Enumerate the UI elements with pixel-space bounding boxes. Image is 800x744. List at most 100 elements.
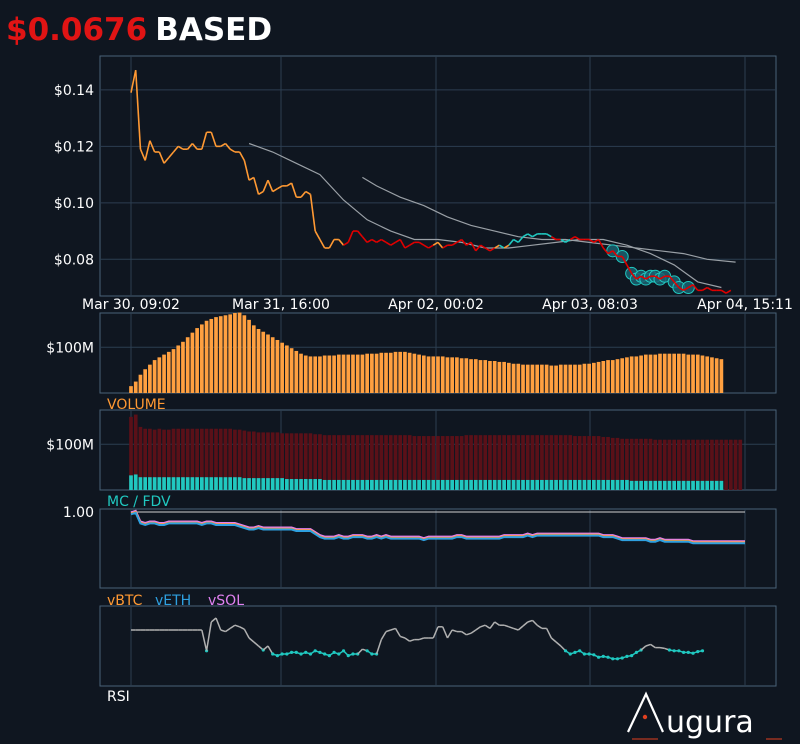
volume-bar bbox=[412, 353, 417, 393]
volume-bar bbox=[185, 337, 190, 393]
fdv-bar bbox=[728, 439, 733, 490]
mc-bar bbox=[502, 479, 506, 490]
volume-bar bbox=[459, 358, 464, 393]
price-segment bbox=[243, 160, 250, 181]
volume-bar bbox=[176, 345, 181, 393]
mc-bar bbox=[601, 479, 606, 490]
mc-bar bbox=[662, 480, 667, 490]
mc-bar bbox=[133, 474, 138, 490]
rsi-segment bbox=[536, 624, 543, 630]
price-panel: $0.14 $0.12 $0.10 $0.08 Mar 30, 09:02 Mar 31,… bbox=[54, 55, 793, 313]
rsi-segment bbox=[550, 637, 557, 643]
mc-bar bbox=[327, 479, 332, 490]
mc-bar bbox=[483, 479, 488, 490]
volume-bar bbox=[643, 354, 648, 393]
volume-bar bbox=[672, 353, 676, 393]
mc-bar bbox=[162, 477, 166, 490]
mc-bar bbox=[492, 479, 497, 490]
fdv-bar bbox=[738, 439, 743, 490]
volume-panel: $100M bbox=[46, 312, 777, 394]
volume-bar bbox=[577, 364, 582, 393]
mc-bar bbox=[563, 479, 568, 490]
volume-bar bbox=[625, 357, 629, 393]
volume-bar bbox=[587, 363, 591, 393]
volume-bar bbox=[488, 361, 492, 393]
volume-bar bbox=[171, 349, 176, 393]
price-segment bbox=[706, 286, 713, 292]
mc-bar bbox=[464, 479, 469, 490]
mc-bar bbox=[176, 477, 181, 490]
price-tick-label: $0.14 bbox=[54, 83, 94, 99]
mc-bar bbox=[577, 479, 582, 490]
rsi-frame bbox=[99, 605, 777, 687]
volume-bar bbox=[374, 353, 379, 393]
rsi-label: RSI bbox=[107, 689, 130, 705]
price-segment bbox=[418, 241, 425, 246]
price-segment bbox=[513, 238, 519, 244]
volume-bar bbox=[450, 357, 455, 393]
x-tick-label: Mar 31, 16:00 bbox=[232, 297, 330, 313]
volume-bar bbox=[677, 353, 681, 393]
rsi-segment bbox=[375, 639, 383, 655]
price-segment bbox=[338, 239, 345, 246]
price-tick-label: $0.10 bbox=[54, 196, 94, 212]
mc-bar bbox=[355, 479, 360, 490]
volume-bar bbox=[620, 358, 625, 393]
price-segment bbox=[309, 194, 316, 232]
rsi-segment bbox=[390, 627, 396, 631]
mc-bar bbox=[714, 480, 719, 490]
mc-bar bbox=[370, 479, 374, 490]
volume-bar bbox=[251, 325, 256, 393]
mc-bar bbox=[530, 479, 535, 490]
mc-bar bbox=[620, 479, 625, 490]
volume-bar bbox=[516, 363, 521, 393]
price-segment bbox=[286, 182, 292, 187]
price-segment bbox=[238, 151, 246, 161]
mc-bar bbox=[719, 480, 724, 490]
mc-bar bbox=[643, 480, 648, 490]
mc-bar bbox=[200, 477, 204, 490]
volume-bar bbox=[710, 357, 714, 393]
price-segment bbox=[314, 230, 321, 240]
mc-bar bbox=[667, 480, 672, 490]
mc-bar bbox=[388, 479, 393, 490]
volume-bar bbox=[166, 351, 171, 393]
rsi-segment bbox=[522, 621, 529, 627]
price-segment bbox=[366, 238, 373, 244]
volume-bar bbox=[502, 361, 506, 393]
mc-bar bbox=[166, 477, 171, 490]
volume-bar bbox=[190, 332, 195, 393]
rsi-marker bbox=[700, 649, 705, 653]
price-segment bbox=[470, 241, 477, 252]
volume-bar bbox=[200, 324, 204, 393]
volume-bar bbox=[152, 360, 157, 393]
mc-bar bbox=[185, 477, 190, 490]
volume-bar bbox=[355, 354, 360, 393]
mc-bar bbox=[615, 479, 620, 490]
price-segment bbox=[210, 131, 217, 147]
volume-bar bbox=[554, 365, 558, 393]
mc-bar bbox=[691, 480, 695, 490]
volume-bar bbox=[695, 354, 700, 393]
veth-line bbox=[130, 511, 745, 545]
volume-bar bbox=[237, 312, 242, 393]
mc-bar bbox=[204, 477, 209, 490]
price-frame bbox=[99, 55, 777, 297]
price-segment bbox=[702, 286, 708, 292]
volume-bar bbox=[464, 358, 469, 393]
mc-bar bbox=[710, 480, 714, 490]
price-segment bbox=[395, 238, 401, 244]
mc-bar bbox=[488, 479, 492, 490]
mc-bar bbox=[374, 479, 379, 490]
mc-bar bbox=[289, 479, 294, 490]
price-segment bbox=[267, 179, 274, 192]
mc-bar bbox=[587, 479, 591, 490]
rsi-segment bbox=[210, 617, 217, 623]
volume-bar bbox=[540, 364, 544, 393]
volume-bar bbox=[360, 354, 365, 393]
price-segment bbox=[305, 190, 311, 196]
price-segment bbox=[428, 244, 434, 249]
vsol-label: vSOL bbox=[208, 593, 244, 609]
price-segment bbox=[522, 233, 529, 238]
mc-bar bbox=[303, 479, 308, 490]
